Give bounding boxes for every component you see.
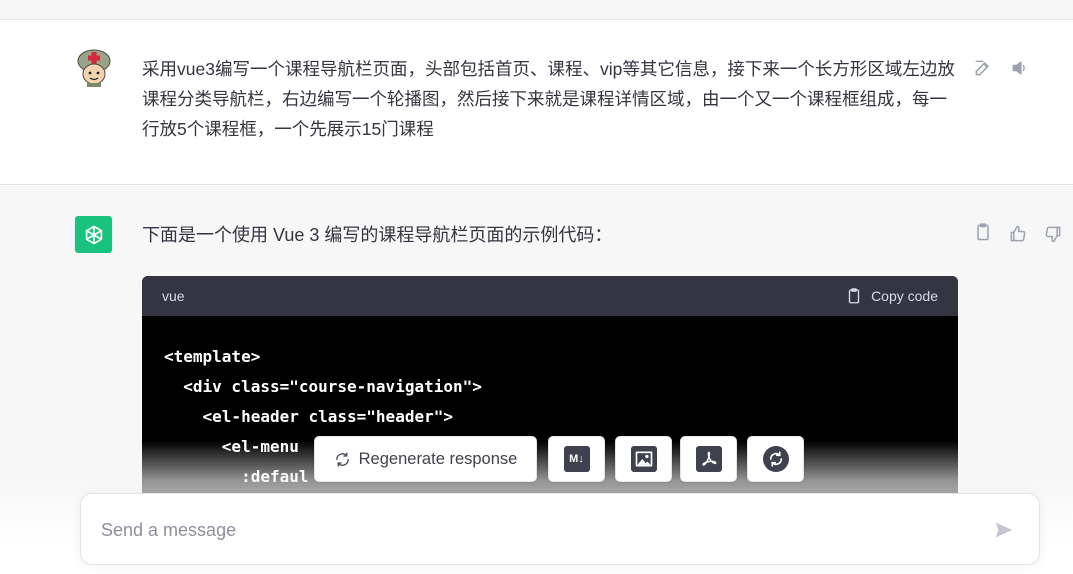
code-line: <div class="course-navigation"> [164, 377, 482, 396]
code-header: vue Copy code [142, 276, 958, 316]
openai-logo-icon [75, 216, 112, 253]
message-composer [80, 493, 1040, 565]
clipboard-icon[interactable] [971, 220, 995, 244]
thumbs-down-icon[interactable] [1041, 222, 1065, 246]
assistant-message-text: 下面是一个使用 Vue 3 编写的课程导航栏页面的示例代码： [142, 225, 613, 245]
previous-turn-edge [0, 0, 1073, 20]
message-input[interactable] [101, 516, 961, 544]
refresh-icon [335, 451, 349, 467]
sync-button[interactable] [747, 436, 804, 482]
markdown-icon: M↓ [563, 446, 590, 472]
code-language-label: vue [162, 288, 185, 304]
clipboard-icon [848, 288, 860, 304]
send-button[interactable] [991, 517, 1017, 543]
markdown-export-button[interactable]: M↓ [548, 436, 605, 482]
speaker-icon[interactable] [1008, 56, 1032, 80]
code-body: <template> <div class="course-navigation… [142, 316, 958, 518]
chat-page: 采用vue3编写一个课程导航栏页面，头部包括首页、课程、vip等其它信息，接下来… [0, 0, 1073, 574]
pdf-export-button[interactable] [680, 436, 737, 482]
user-message-turn: 采用vue3编写一个课程导航栏页面，头部包括首页、课程、vip等其它信息，接下来… [0, 20, 1073, 185]
image-icon [630, 446, 657, 472]
thumbs-up-icon[interactable] [1006, 222, 1030, 246]
sync-icon [762, 446, 789, 472]
code-line: <el-header class="header"> [164, 407, 453, 426]
code-line: <template> [164, 347, 261, 366]
copy-code-label: Copy code [871, 288, 938, 304]
image-export-button[interactable] [615, 436, 672, 482]
send-icon [995, 522, 1013, 538]
copy-code-button[interactable]: Copy code [845, 287, 938, 305]
user-message-text: 采用vue3编写一个课程导航栏页面，头部包括首页、课程、vip等其它信息，接下来… [142, 59, 955, 139]
pdf-icon [695, 446, 722, 472]
regenerate-response-label: Regenerate response [358, 449, 518, 468]
edit-icon[interactable] [971, 56, 995, 80]
regenerate-response-button[interactable]: Regenerate response [314, 436, 537, 482]
user-avatar [75, 47, 113, 87]
